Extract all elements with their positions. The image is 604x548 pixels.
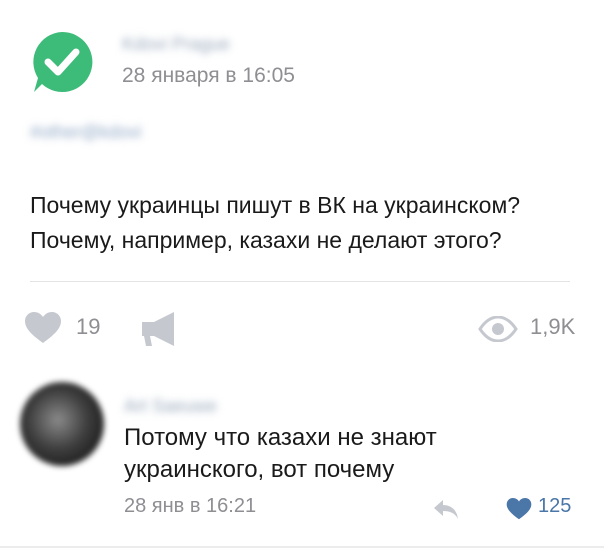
post-hashtag[interactable]: #other@kdovi [30,122,141,143]
post-actions: 19 1,9K [24,304,584,348]
comment-text-line: украинского, вот почему [124,456,395,483]
comment-text: Потому что казахи не знают украинского, … [124,422,564,486]
post-text: Почему украинцы пишут в ВК на украинском… [30,188,590,258]
divider [30,281,570,282]
author-avatar-logo[interactable] [30,30,94,94]
author-name[interactable]: Kdovi Prague [122,34,230,55]
post-text-line: Почему украинцы пишут в ВК на украинском… [30,192,521,218]
comment-date: 28 янв в 16:21 [124,495,257,517]
reply-arrow-icon[interactable] [432,498,460,520]
post-header: Kdovi Prague 28 января в 16:05 [30,28,590,98]
megaphone-icon[interactable] [138,310,182,348]
heart-icon[interactable] [506,497,532,521]
like-count: 19 [76,314,101,339]
comment-like-count: 125 [538,495,572,517]
post-text-line: Почему, например, казахи не делают этого… [30,227,502,253]
commenter-name[interactable]: Art Saeuwe [124,396,217,417]
comment: Art Saeuwe Потому что казахи не знают ук… [0,380,604,540]
comment-text-line: Потому что казахи не знают [124,424,437,451]
heart-icon[interactable] [24,311,62,345]
views-count: 1,9K [530,314,576,339]
commenter-avatar[interactable] [20,382,104,466]
eye-icon [478,316,518,342]
post-date[interactable]: 28 января в 16:05 [122,64,295,88]
